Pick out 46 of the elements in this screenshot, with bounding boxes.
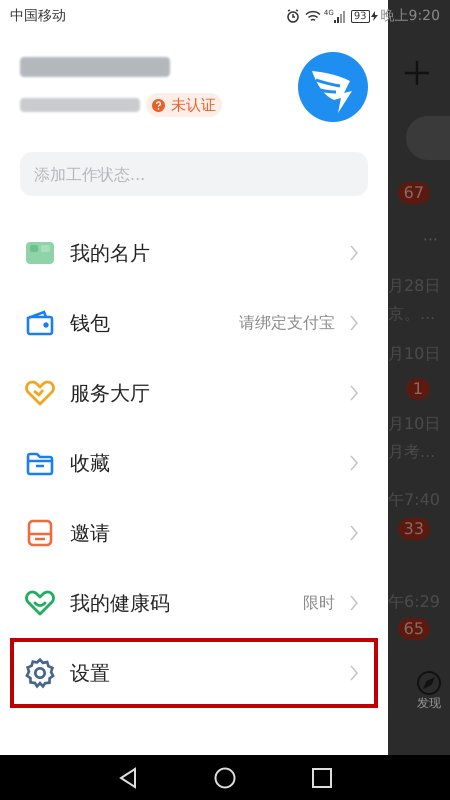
chevron-right-icon: [349, 594, 359, 612]
menu-item[interactable]: 我的健康码 限时: [10, 568, 378, 638]
chevron-right-icon: [349, 314, 359, 332]
unread-badge: 67: [398, 182, 430, 204]
wifi-icon: [304, 10, 321, 22]
home-icon[interactable]: [214, 766, 236, 788]
chevron-right-icon: [349, 384, 359, 402]
menu-label: 钱包: [70, 310, 111, 337]
battery-level: 93: [350, 10, 370, 22]
unread-badge: 1: [406, 378, 430, 400]
menu-item[interactable]: 邀请: [10, 498, 378, 568]
back-icon[interactable]: [118, 766, 138, 788]
menu-item[interactable]: 收藏: [10, 428, 378, 498]
menu-item[interactable]: 钱包 请绑定支付宝: [10, 288, 378, 358]
question-icon: [152, 98, 165, 112]
menu-hint: 请绑定支付宝: [239, 312, 335, 334]
recents-icon[interactable]: [312, 768, 332, 788]
signal-icon: [334, 10, 346, 22]
chevron-right-icon: [349, 664, 359, 682]
alarm-icon: [286, 9, 300, 23]
menu-item[interactable]: 服务大厅: [10, 358, 378, 428]
badge-text: 未认证: [171, 96, 216, 114]
unread-badge: 65: [398, 618, 430, 640]
more-dots: ···: [422, 232, 438, 248]
menu-item[interactable]: 设置: [10, 638, 378, 708]
menu-label: 我的健康码: [70, 590, 171, 617]
settings-icon: [24, 657, 56, 689]
menu-label: 我的名片: [70, 240, 151, 267]
menu-label: 设置: [70, 660, 111, 687]
menu-label: 收藏: [70, 450, 111, 477]
status-field[interactable]: 添加工作状态...: [20, 152, 368, 196]
charging-icon: [370, 11, 378, 21]
chevron-right-icon: [349, 524, 359, 542]
plus-icon: [404, 60, 430, 86]
menu-label: 邀请: [70, 520, 111, 547]
app-logo: [298, 52, 368, 122]
menu-hint: 限时: [303, 592, 335, 614]
carrier-name: 中国移动: [10, 6, 66, 26]
menu-item[interactable]: 我的名片: [10, 218, 378, 288]
clock-time: 晚上9:20: [380, 6, 440, 26]
unread-badge: 33: [398, 518, 430, 540]
tab-label[interactable]: 发现: [417, 696, 441, 710]
chevron-right-icon: [349, 454, 359, 472]
menu-label: 服务大厅: [70, 380, 151, 407]
chevron-right-icon: [349, 244, 359, 262]
compass-icon: [416, 670, 442, 696]
